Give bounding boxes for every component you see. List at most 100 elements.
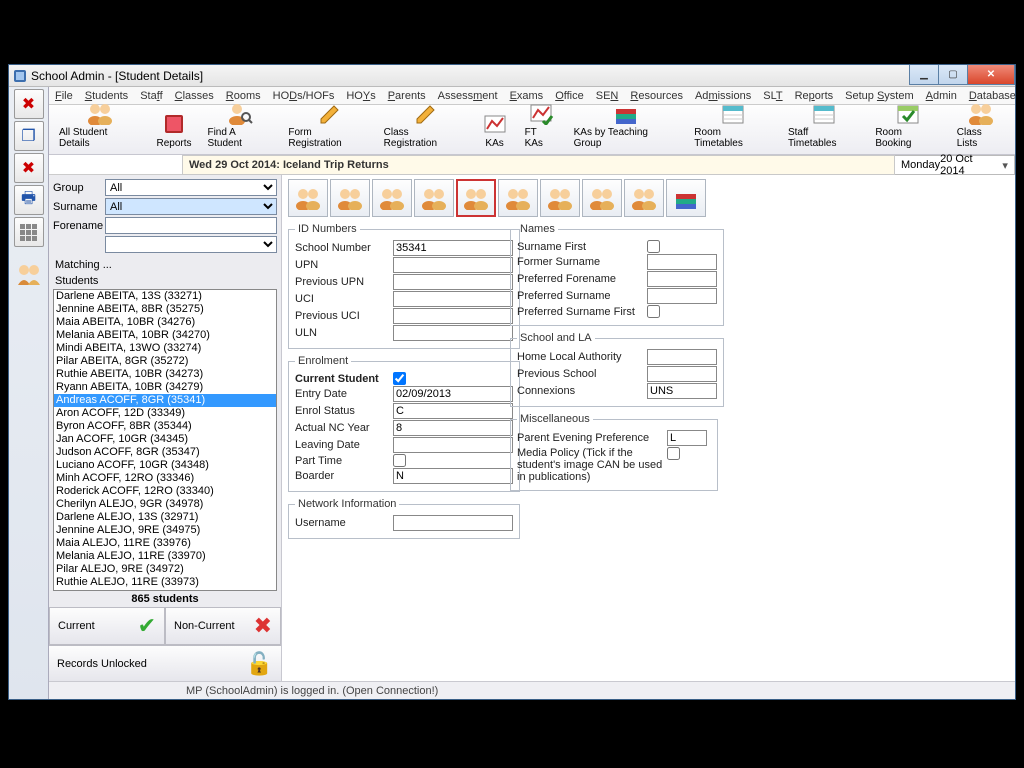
detail-tab-4[interactable] [456,179,496,217]
parent-evening-input[interactable] [667,430,707,446]
list-item[interactable]: Aron ACOFF, 12D (33349) [54,407,276,420]
current-button[interactable]: Current ✔ [49,607,165,645]
list-item[interactable]: Melania ABEITA, 10BR (34270) [54,329,276,342]
upn-input[interactable] [393,257,513,273]
current-student-checkbox[interactable] [393,372,406,385]
previous-school-input[interactable] [647,366,717,382]
list-item[interactable]: Pilar ALEJO, 9RE (34972) [54,563,276,576]
media-policy-checkbox[interactable] [667,447,680,460]
uln-input[interactable] [393,325,513,341]
windows-icon[interactable]: ❐ [14,121,44,151]
list-item[interactable]: Minh ACOFF, 12RO (33346) [54,472,276,485]
maximize-button[interactable] [938,65,968,85]
app-window: School Admin - [Student Details] ✖ ❐ ✖ 🖶… [8,64,1016,700]
connexions-input[interactable] [647,383,717,399]
list-item[interactable]: Pilar ABEITA, 8GR (35272) [54,355,276,368]
toolbar-ft-kas[interactable]: FT KAs [521,97,562,152]
calendar-icon [810,100,838,126]
toolbar-kas-by-teaching-group[interactable]: KAs by Teaching Group [570,97,683,152]
entry-date-input[interactable] [393,386,513,402]
preferred-surname-input[interactable] [647,288,717,304]
banner: Wed 29 Oct 2014: Iceland Trip Returns Mo… [49,155,1015,175]
surname-first-checkbox[interactable] [647,240,660,253]
extra-filter-select[interactable] [105,236,277,253]
noncurrent-button[interactable]: Non-Current ✖ [165,607,281,645]
list-item[interactable]: Luciano ACOFF, 10GR (34348) [54,459,276,472]
list-item[interactable]: Darlene ABEITA, 13S (33271) [54,290,276,303]
toolbar-find-a-student[interactable]: Find A Student [203,97,276,152]
list-item[interactable]: Jan ACOFF, 10GR (34345) [54,433,276,446]
list-item[interactable]: Ruthie ALEJO, 11RE (33973) [54,576,276,589]
previous-uci-input[interactable] [393,308,513,324]
records-lock[interactable]: Records Unlocked 🔓 [49,645,281,681]
forename-input[interactable] [105,217,277,234]
detail-tab-1[interactable] [330,179,370,217]
toolbar-class-registration[interactable]: Class Registration [380,97,469,152]
list-item[interactable]: Ryann ABEITA, 10BR (34279) [54,381,276,394]
detail-tab-6[interactable] [540,179,580,217]
list-item[interactable]: Mindi ABEITA, 13WO (33274) [54,342,276,355]
list-item[interactable]: Ruthie ABEITA, 10BR (34273) [54,368,276,381]
print-icon[interactable]: 🖶 [14,185,44,215]
grid-icon[interactable] [14,217,44,247]
enrol-status-input[interactable] [393,403,513,419]
close-window-icon[interactable]: ✖ [14,153,44,183]
people-icon [295,186,321,210]
forename-label: Forename [53,220,105,232]
detail-tab-3[interactable] [414,179,454,217]
detail-tab-7[interactable] [582,179,622,217]
toolbar-form-registration[interactable]: Form Registration [284,97,371,152]
detail-panel: ID Numbers School Number UPN Previous UP… [282,175,1015,681]
username-input[interactable] [393,515,513,531]
list-item[interactable]: Judson ACOFF, 8GR (35347) [54,446,276,459]
people-icon[interactable] [14,259,44,289]
part-time-checkbox[interactable] [393,454,406,467]
list-item[interactable]: Roderick ACOFF, 12RO (33340) [54,485,276,498]
detail-tab-8[interactable] [624,179,664,217]
home-la-input[interactable] [647,349,717,365]
toolbar-reports[interactable]: Reports [153,108,196,152]
list-item[interactable]: Darlene ALEJO, 13S (32971) [54,511,276,524]
list-item[interactable]: Andreas ACOFF, 8GR (35341) [54,394,276,407]
toolbar-staff-timetables[interactable]: Staff Timetables [784,97,863,152]
toolbar-kas[interactable]: KAs [477,108,513,152]
status-bar: MP (SchoolAdmin) is logged in. (Open Con… [49,681,1015,699]
student-count: 865 students [49,591,281,607]
toolbar-room-timetables[interactable]: Room Timetables [690,97,776,152]
student-list[interactable]: Darlene ABEITA, 13S (33271)Jennine ABEIT… [53,289,277,591]
close-all-icon[interactable]: ✖ [14,89,44,119]
minimize-button[interactable] [909,65,939,85]
date-dropdown-icon[interactable]: ▾ [998,159,1012,172]
chart-icon [481,111,509,137]
previous-upn-input[interactable] [393,274,513,290]
detail-tab-0[interactable] [288,179,328,217]
preferred-surname-first-checkbox[interactable] [647,305,660,318]
toolbar-room-booking[interactable]: Room Booking [871,97,944,152]
date-picker[interactable]: Monday 20 Oct 2014 ▾ [895,155,1015,175]
leaving-date-input[interactable] [393,437,513,453]
detail-tab-2[interactable] [372,179,412,217]
list-item[interactable]: Jennine ABEITA, 8BR (35275) [54,303,276,316]
list-item[interactable]: Cherilyn ALEJO, 9GR (34978) [54,498,276,511]
preferred-forename-input[interactable] [647,271,717,287]
list-item[interactable]: Byron ACOFF, 8BR (35344) [54,420,276,433]
banner-message: Wed 29 Oct 2014: Iceland Trip Returns [182,155,895,175]
group-select[interactable]: All [105,179,277,196]
list-item[interactable]: Melania ALEJO, 11RE (33970) [54,550,276,563]
toolbar-class-lists[interactable]: Class Lists [953,97,1009,152]
toolbar-all-student-details[interactable]: All Student Details [55,97,145,152]
detail-tab-9[interactable] [666,179,706,217]
list-item[interactable]: Maia ABEITA, 10BR (34276) [54,316,276,329]
date-value: 20 Oct 2014 [940,153,998,177]
boarder-input[interactable] [393,468,513,484]
network-group: Network Information Username [288,498,520,539]
list-item[interactable]: Maia ALEJO, 11RE (33976) [54,537,276,550]
nc-year-input[interactable] [393,420,513,436]
detail-tab-5[interactable] [498,179,538,217]
close-button[interactable] [967,65,1015,85]
list-item[interactable]: Jennine ALEJO, 9RE (34975) [54,524,276,537]
former-surname-input[interactable] [647,254,717,270]
surname-select[interactable]: All [105,198,277,215]
uci-input[interactable] [393,291,513,307]
school-number-input[interactable] [393,240,513,256]
